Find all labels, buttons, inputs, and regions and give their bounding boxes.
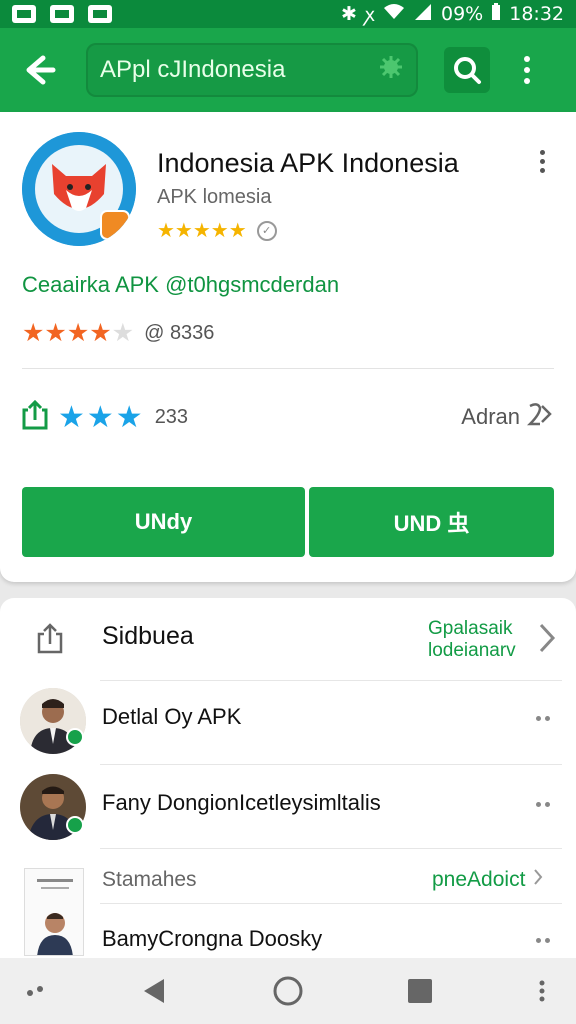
voice-icon[interactable] [378,54,404,87]
verified-icon [66,728,84,746]
section-title: Sidbuea [102,622,194,650]
share-count: 233 [154,406,189,428]
share-outline-icon[interactable] [36,622,64,659]
clock: 18:32 [509,3,564,25]
section-header[interactable]: Sidbuea Gpalasaik lodeianarv [0,598,576,678]
battery-text: 09% [441,3,484,25]
list-item-label[interactable]: Fany DongionIcetleysimltalis [102,790,381,816]
adran-link[interactable]: Adran [461,400,552,434]
nav-back-button[interactable] [134,958,174,1024]
wifi-icon [383,3,405,26]
verified-icon: ✓ [256,220,277,241]
section-action[interactable]: Gpalasaik lodeianarv [428,618,516,662]
app-developer[interactable]: APK lomesia [157,186,272,209]
nav-recents-button[interactable] [400,958,440,1024]
search-query: APpl cJIndonesia [100,56,286,83]
back-arrow-icon [26,55,56,85]
search-icon [454,57,481,84]
recents-square-icon [408,979,432,1003]
secondary-action-button[interactable]: UND 虫 [309,487,554,557]
row-menu-button[interactable] [536,716,550,721]
rating-count: @ 8336 [144,321,215,344]
battery-icon [491,2,501,26]
more-vertical-icon [539,980,545,1002]
orange-stars: ★★★★★ [22,319,135,347]
row-menu-button[interactable] [536,938,550,943]
bluetooth-icon: ✱ [341,3,357,25]
share-row: ★★★ 233 [22,399,189,435]
app-rating: ★★★★★ ✓ [157,218,277,243]
list-item-label[interactable]: BamyCrongna Doosky [102,926,322,952]
app-link[interactable]: Ceaairka APK @t0hgsmcderdan [22,272,339,298]
forward-icon [526,400,552,434]
gold-stars: ★★★★★ [157,220,247,242]
list-item-label[interactable]: Detlal Oy APK [102,704,241,730]
search-button[interactable] [444,47,490,93]
document-thumbnail[interactable] [24,868,84,956]
divider [100,848,562,849]
divider [100,903,562,904]
overflow-menu-button[interactable] [512,50,542,90]
nav-overflow-button[interactable] [530,958,554,1024]
chevron-right-icon[interactable] [538,622,556,659]
verified-icon [66,816,84,834]
dots-icon [27,986,43,996]
search-field[interactable]: APpl cJIndonesia [86,43,418,97]
subsection-label: Stamahes [102,868,197,891]
chevron-right-icon [533,868,543,892]
primary-action-button[interactable]: UNdy [22,487,305,557]
app-details-card: Indonesia APK Indonesia APK lomesia ★★★★… [0,112,576,582]
row-menu-button[interactable] [536,802,550,807]
divider [100,764,562,765]
gallery-notification-icon [12,5,36,23]
signal-icon [413,3,433,26]
vibrate-icon: ꭗ [364,4,375,26]
status-bar: ✱ ꭗ 09% 18:32 [0,0,576,28]
divider [22,368,554,369]
back-triangle-icon [144,979,164,1003]
app-notification-icon [88,5,112,23]
nav-home-button[interactable] [268,958,308,1024]
image-notification-icon [50,5,74,23]
app-badge-icon [100,210,130,240]
home-circle-icon [273,976,303,1006]
share-icon[interactable] [22,399,48,435]
card-menu-button[interactable] [540,150,548,173]
rating-row: ★★★★★ @ 8336 [22,318,214,348]
app-bar: APpl cJIndonesia [0,28,576,112]
system-icons: ✱ ꭗ 09% 18:32 [341,1,564,27]
notification-icons [12,5,112,23]
app-icon [22,132,136,246]
back-button[interactable] [14,45,64,95]
divider [100,680,562,681]
nav-menu-button[interactable] [18,958,54,1024]
app-title: Indonesia APK Indonesia [157,148,459,178]
subsection-action[interactable]: pneAdoict [432,868,543,892]
section-card: Sidbuea Gpalasaik lodeianarv Detlal Oy A… [0,598,576,958]
system-nav-bar [0,958,576,1024]
adran-label: Adran [461,404,520,429]
blue-stars: ★★★ [58,401,145,434]
